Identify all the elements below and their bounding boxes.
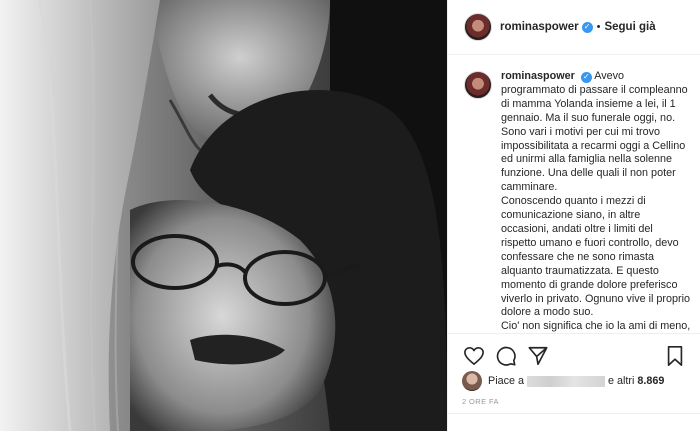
likes-summary[interactable]: Piace a e altri 8.869 xyxy=(462,371,664,391)
timestamp[interactable]: 2 ORE FA xyxy=(462,397,499,406)
caption-username[interactable]: rominaspower xyxy=(501,70,575,82)
caption-avatar[interactable] xyxy=(464,71,492,99)
follow-button[interactable]: Segui già xyxy=(604,21,655,33)
post-header: rominaspower ✓ • Segui già xyxy=(448,0,700,55)
caption-paragraph: Conoscendo quanto i mezzi di comunicazio… xyxy=(501,195,691,319)
caption-text: rominaspower ✓ Avevo programmato di pass… xyxy=(501,70,691,332)
likes-count[interactable]: 8.869 xyxy=(637,375,664,387)
separator: • xyxy=(596,21,601,33)
post-photo[interactable] xyxy=(0,0,447,431)
liker-avatar xyxy=(462,371,482,391)
verified-badge-icon: ✓ xyxy=(581,21,593,33)
heart-icon[interactable] xyxy=(462,344,486,368)
likes-prefix: Piace a xyxy=(488,375,525,387)
avatar[interactable] xyxy=(464,13,492,41)
verified-badge-icon: ✓ xyxy=(580,71,592,83)
add-comment-area[interactable] xyxy=(448,413,700,431)
post-sidebar: rominaspower ✓ • Segui già rominaspower … xyxy=(447,0,700,431)
share-icon[interactable] xyxy=(526,344,550,368)
header-username[interactable]: rominaspower xyxy=(500,21,579,33)
caption-block: rominaspower ✓ Avevo programmato di pass… xyxy=(448,56,700,332)
bookmark-icon[interactable] xyxy=(663,344,687,368)
caption-paragraph: Avevo programmato di passare il complean… xyxy=(501,70,688,194)
caption-paragraph: Cio' non significa che io la ami di meno… xyxy=(501,320,691,332)
post-image xyxy=(0,0,447,431)
likes-suffix: e altri xyxy=(608,375,635,387)
comment-icon[interactable] xyxy=(494,344,518,368)
liker-name-redacted xyxy=(527,375,606,387)
